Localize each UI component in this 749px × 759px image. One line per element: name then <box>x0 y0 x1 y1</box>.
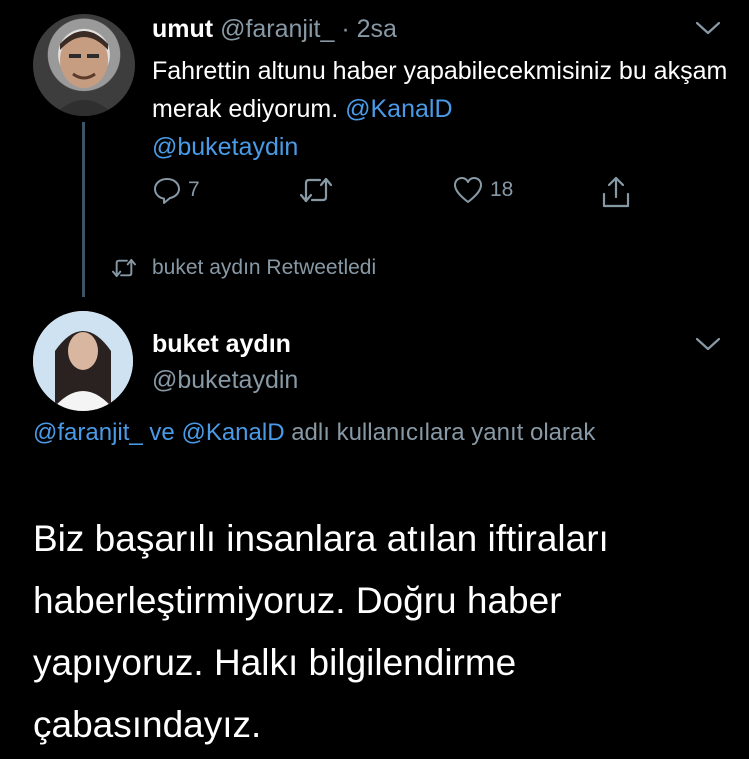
like-count: 18 <box>490 178 514 201</box>
share-button[interactable] <box>600 175 632 209</box>
reply-button[interactable]: 7 <box>152 175 200 205</box>
avatar-buketaydin[interactable] <box>33 311 133 411</box>
retweet-icon <box>299 177 333 203</box>
tweet1-text: Fahrettin altunu haber yapabilecekmisini… <box>152 52 732 166</box>
tweet1-header: umut @faranjit_ · 2sa <box>152 14 397 44</box>
share-icon <box>602 176 630 208</box>
handle[interactable]: @faranjit_ <box>220 15 334 43</box>
heart-icon <box>454 177 482 203</box>
retweet-label-text[interactable]: buket aydın Retweetledi <box>152 256 376 280</box>
reply-count: 7 <box>188 178 200 201</box>
tweet1-menu-button[interactable] <box>694 20 722 36</box>
mention-faranjit[interactable]: @faranjit_ <box>33 419 143 446</box>
separator: · <box>341 15 350 43</box>
reply-suffix: adlı kullanıcılara yanıt olarak <box>291 419 596 446</box>
retweet-button[interactable] <box>298 175 340 205</box>
reply-joiner: ve <box>149 419 175 446</box>
display-name[interactable]: buket aydın <box>152 328 291 360</box>
mention-kanald[interactable]: @KanalD <box>181 419 284 446</box>
avatar-umut[interactable] <box>33 14 135 116</box>
like-button[interactable]: 18 <box>452 175 513 205</box>
retweet-icon <box>112 258 136 278</box>
reply-icon <box>154 178 180 204</box>
display-name[interactable]: umut <box>152 15 213 43</box>
thread-line <box>82 122 85 297</box>
timestamp[interactable]: 2sa <box>357 15 397 43</box>
chevron-down-icon <box>695 21 721 35</box>
tweet2-menu-button[interactable] <box>694 336 722 352</box>
chevron-down-icon <box>695 337 721 351</box>
replying-to: @faranjit_ ve @KanalD adlı kullanıcılara… <box>33 414 673 452</box>
handle[interactable]: @buketaydin <box>152 364 298 396</box>
tweet2-text: Biz başarılı insanlara atılan iftiraları… <box>33 518 609 745</box>
tweet1-actions: 7 18 <box>152 175 642 211</box>
mention-buketaydin[interactable]: @buketaydin <box>152 133 298 161</box>
retweeted-by-label: buket aydın Retweetledi <box>110 256 376 280</box>
mention-kanald[interactable]: @KanalD <box>345 95 452 123</box>
